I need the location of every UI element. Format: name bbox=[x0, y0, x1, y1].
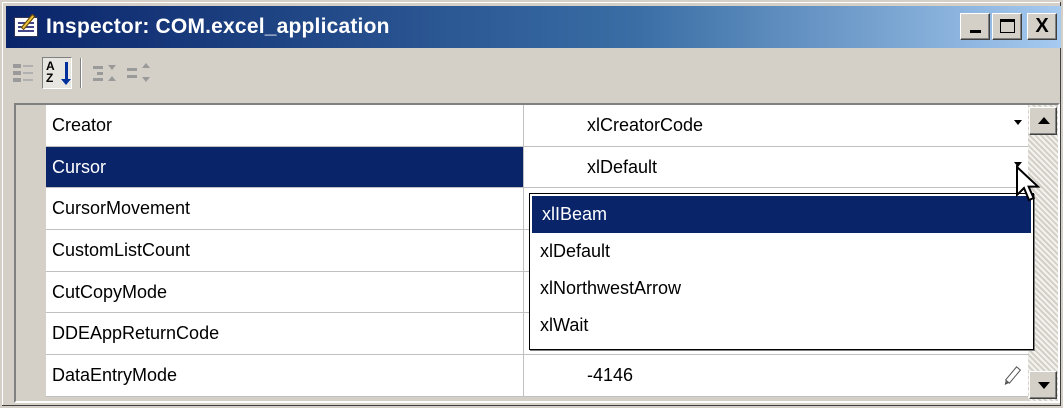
cursor-dropdown-list[interactable]: xlIBeam xlDefault xlNorthwestArrow xlWai… bbox=[529, 193, 1034, 350]
title-bar[interactable]: Inspector: COM.excel_application X bbox=[6, 6, 1061, 48]
dropdown-option-xlwait[interactable]: xlWait bbox=[530, 307, 1033, 344]
minimize-icon bbox=[970, 30, 981, 33]
property-name: Creator bbox=[46, 105, 524, 146]
property-row-creator[interactable]: Creator xlCreatorCode bbox=[46, 105, 1028, 147]
scroll-up-button[interactable] bbox=[1029, 107, 1057, 135]
close-icon: X bbox=[1035, 15, 1049, 37]
property-name: DDEAppReturnCode bbox=[46, 313, 524, 355]
maximize-button[interactable] bbox=[992, 13, 1022, 40]
property-name: CursorMovement bbox=[46, 188, 524, 230]
window-controls: X bbox=[960, 13, 1057, 40]
arrow-down-icon bbox=[1038, 382, 1050, 389]
arrow-up-icon bbox=[1038, 117, 1050, 124]
dropdown-option-xlnorthwestarrow[interactable]: xlNorthwestArrow bbox=[530, 270, 1033, 307]
alphabetical-view-button[interactable]: AZ bbox=[42, 57, 72, 89]
expand-icon bbox=[93, 63, 117, 83]
dropdown-option-xlibeam[interactable]: xlIBeam bbox=[532, 196, 1031, 233]
toolbar: AZ bbox=[8, 52, 1058, 94]
collapse-all-button[interactable] bbox=[124, 57, 154, 89]
mouse-pointer-icon bbox=[1016, 165, 1041, 202]
collapse-icon bbox=[127, 63, 151, 83]
dropdown-arrow-icon[interactable] bbox=[1014, 120, 1022, 125]
property-name: CustomListCount bbox=[46, 230, 524, 271]
property-value[interactable]: xlCreatorCode bbox=[525, 105, 1028, 146]
categorized-view-button[interactable] bbox=[8, 57, 38, 89]
maximize-icon bbox=[1000, 19, 1015, 33]
window-title: Inspector: COM.excel_application bbox=[46, 15, 390, 38]
inspector-app-icon bbox=[12, 13, 42, 41]
property-name: Cursor bbox=[46, 146, 524, 188]
property-row-dataentrymode[interactable]: DataEntryMode -4146 bbox=[46, 355, 1028, 397]
dropdown-option-xldefault[interactable]: xlDefault bbox=[530, 233, 1033, 270]
toolbar-separator bbox=[80, 58, 82, 88]
property-name: CutCopyMode bbox=[46, 271, 524, 313]
close-button[interactable]: X bbox=[1027, 13, 1057, 40]
property-name: DataEntryMode bbox=[46, 355, 524, 396]
grid-gutter bbox=[16, 105, 46, 401]
inspector-window: Inspector: COM.excel_application X AZ Cr… bbox=[0, 0, 1063, 408]
property-value[interactable]: xlDefault bbox=[525, 147, 1028, 188]
property-value[interactable]: -4146 bbox=[525, 355, 1028, 396]
property-row-cursor[interactable]: Cursor xlDefault bbox=[46, 146, 1028, 189]
sort-az-icon: AZ bbox=[46, 60, 71, 86]
minimize-button[interactable] bbox=[960, 13, 990, 40]
expand-all-button[interactable] bbox=[90, 57, 120, 89]
categorized-icon bbox=[13, 63, 33, 83]
scroll-down-button[interactable] bbox=[1029, 371, 1057, 399]
